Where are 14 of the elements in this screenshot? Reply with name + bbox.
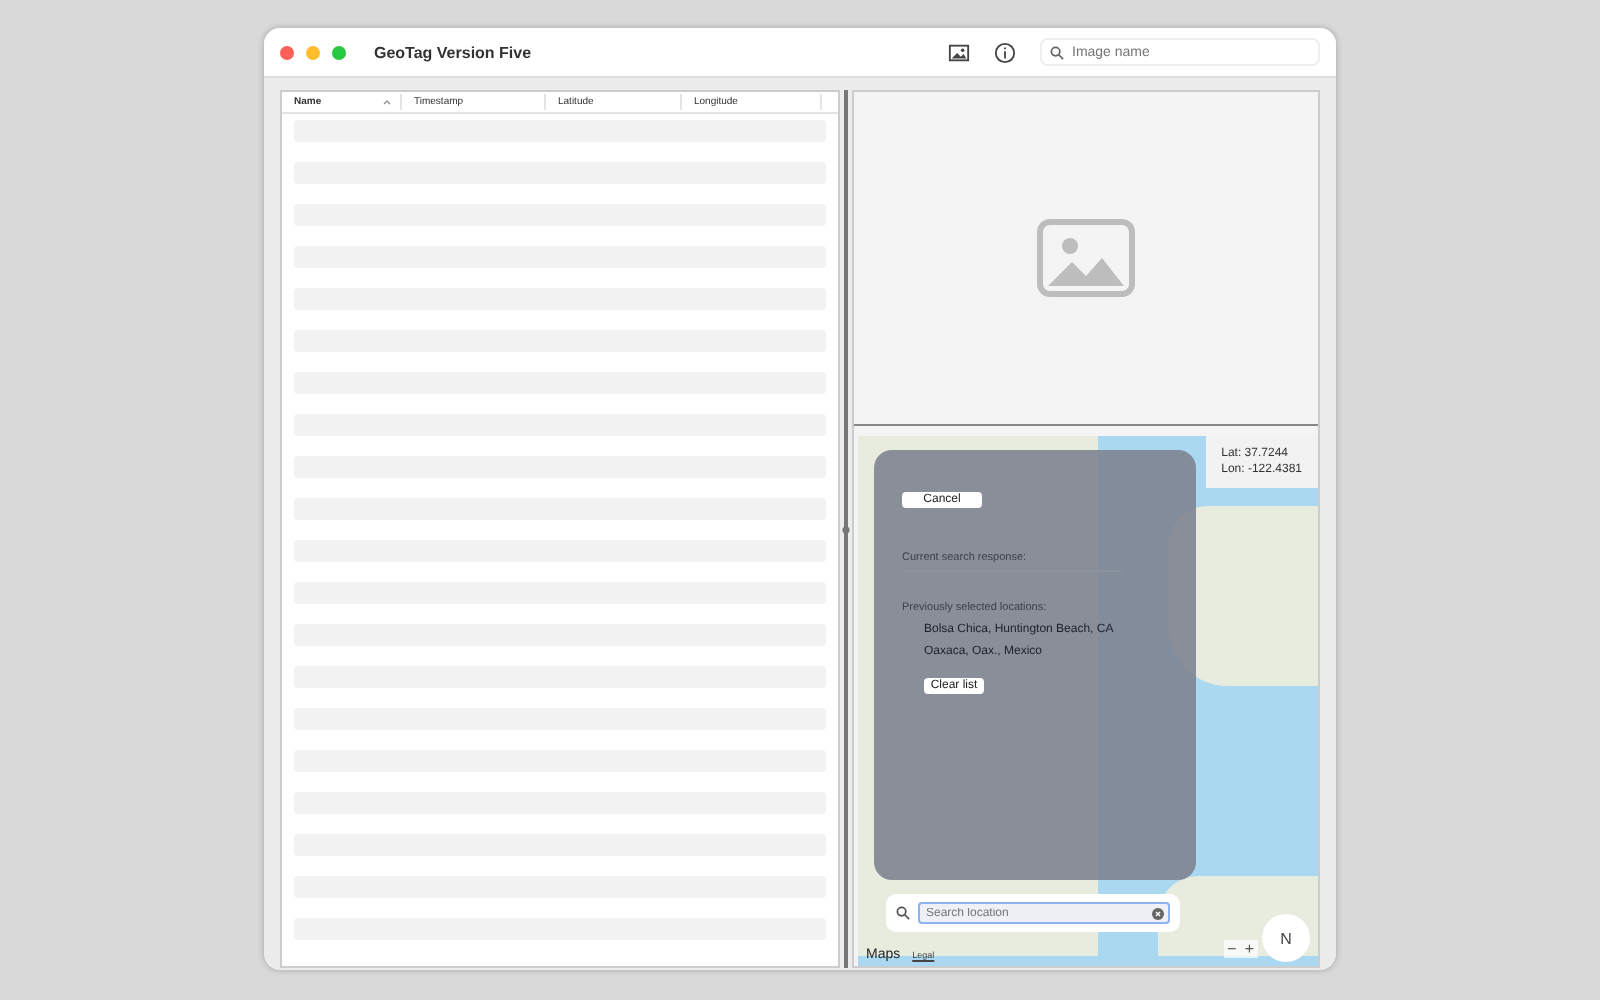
info-icon[interactable] bbox=[994, 41, 1016, 63]
image-icon[interactable] bbox=[948, 41, 970, 63]
zoom-out-button[interactable]: − bbox=[1227, 940, 1237, 958]
clear-icon[interactable] bbox=[1152, 908, 1164, 920]
search-icon bbox=[896, 906, 910, 920]
image-placeholder-icon bbox=[1036, 218, 1136, 298]
sort-icon bbox=[382, 98, 392, 106]
close-button[interactable] bbox=[280, 45, 294, 59]
split-handle-icon[interactable] bbox=[842, 525, 850, 533]
minimize-button[interactable] bbox=[306, 45, 320, 59]
search-icon bbox=[1050, 45, 1064, 59]
window-title: GeoTag Version Five bbox=[374, 43, 534, 61]
zoom-button[interactable] bbox=[332, 45, 346, 59]
zoom-in-button[interactable]: + bbox=[1244, 940, 1254, 958]
